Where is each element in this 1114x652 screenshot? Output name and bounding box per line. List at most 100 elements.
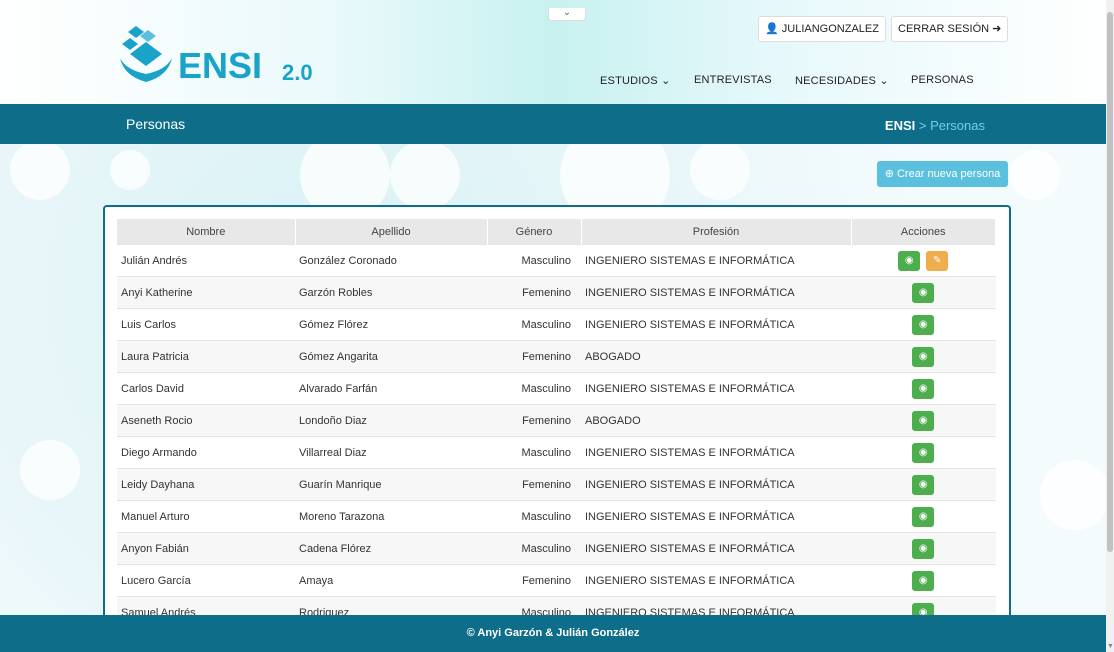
cell-nombre: Manuel Arturo bbox=[117, 500, 295, 533]
cell-genero: Femenino bbox=[487, 564, 581, 597]
footer: © Anyi Garzón & Julián González bbox=[0, 615, 1106, 652]
eye-icon: ◉ bbox=[918, 542, 928, 554]
cell-genero: Masculino bbox=[487, 532, 581, 565]
cell-profesion: INGENIERO SISTEMAS E INFORMÁTICA bbox=[581, 308, 851, 341]
eye-icon: ◉ bbox=[918, 574, 928, 586]
edit-button[interactable]: ✎ bbox=[926, 250, 949, 271]
cell-profesion: INGENIERO SISTEMAS E INFORMÁTICA bbox=[581, 564, 851, 597]
user-icon: 👤 bbox=[765, 23, 779, 35]
cell-nombre: Anyon Fabián bbox=[117, 532, 295, 565]
chevron-down-icon: ⌄ bbox=[661, 75, 671, 87]
eye-icon: ◉ bbox=[918, 318, 928, 330]
create-person-label: Crear nueva persona bbox=[896, 168, 1001, 180]
cell-nombre: Diego Armando bbox=[117, 436, 295, 469]
cell-genero: Masculino bbox=[487, 436, 581, 469]
cell-genero: Masculino bbox=[487, 372, 581, 405]
user-profile-button[interactable]: 👤 JULIANGONZALEZ bbox=[758, 16, 886, 42]
sign-out-icon: ➜ bbox=[992, 23, 1002, 35]
cell-apellido: Londoño Diaz bbox=[295, 404, 487, 437]
view-button[interactable]: ◉ bbox=[898, 250, 921, 271]
cell-nombre: Aseneth Rocio bbox=[117, 404, 295, 437]
breadcrumb: ENSI > Personas bbox=[885, 118, 985, 133]
cell-profesion: INGENIERO SISTEMAS E INFORMÁTICA bbox=[581, 372, 851, 405]
footer-copyright: © Anyi Garzón & Julián González bbox=[466, 627, 640, 639]
cell-acciones: ◉ bbox=[851, 500, 996, 533]
cell-nombre: Lucero García bbox=[117, 564, 295, 597]
cell-acciones: ◉ bbox=[851, 436, 996, 469]
header-apellido[interactable]: Apellido bbox=[295, 219, 488, 245]
cell-genero: Femenino bbox=[487, 340, 581, 373]
cell-profesion: ABOGADO bbox=[581, 340, 851, 373]
cell-profesion: INGENIERO SISTEMAS E INFORMÁTICA bbox=[581, 276, 851, 309]
table-row: Manuel Arturo Moreno Tarazona Masculino ING… bbox=[117, 500, 996, 533]
nav-personas-label: PERSONAS bbox=[911, 74, 974, 86]
view-button[interactable]: ◉ bbox=[912, 474, 935, 495]
nav-estudios-label: ESTUDIOS bbox=[600, 75, 658, 87]
logout-button[interactable]: CERRAR SESIÓN ➜ bbox=[891, 16, 1009, 42]
cell-apellido: Gómez Angarita bbox=[295, 340, 487, 373]
chevron-down-icon: ⌄ bbox=[879, 75, 889, 87]
view-button[interactable]: ◉ bbox=[912, 314, 935, 335]
cell-apellido: González Coronado bbox=[295, 244, 487, 277]
table-row: Aseneth Rocio Londoño Diaz Femenino ABOGADO… bbox=[117, 404, 996, 437]
header-profesion[interactable]: Profesión bbox=[581, 219, 852, 245]
cell-nombre: Laura Patricia bbox=[117, 340, 295, 373]
eye-icon: ◉ bbox=[918, 446, 928, 458]
table-row: Lucero García Amaya Femenino INGENIERO SIST… bbox=[117, 564, 996, 597]
scrollbar-thumb[interactable] bbox=[1107, 12, 1113, 552]
cell-acciones: ◉ bbox=[851, 372, 996, 405]
collapse-header-toggle[interactable]: ⌄ bbox=[548, 8, 586, 21]
nav-entrevistas[interactable]: ENTREVISTAS bbox=[694, 74, 772, 86]
table-row: Carlos David Alvarado Farfán Masculino INGE… bbox=[117, 372, 996, 405]
create-person-button[interactable]: ⊕ Crear nueva persona bbox=[877, 161, 1008, 187]
logo-text: ENSI bbox=[178, 45, 263, 86]
view-button[interactable]: ◉ bbox=[912, 378, 935, 399]
breadcrumb-root-link[interactable]: ENSI bbox=[885, 118, 915, 133]
cell-nombre: Leidy Dayhana bbox=[117, 468, 295, 501]
nav-necesidades[interactable]: NECESIDADES ⌄ bbox=[795, 74, 889, 87]
cell-nombre: Julián Andrés bbox=[117, 244, 295, 277]
cell-apellido: Rodriguez bbox=[295, 596, 487, 617]
scrollbar[interactable]: ▼ bbox=[1106, 0, 1114, 652]
cell-acciones: ◉ bbox=[851, 276, 996, 309]
breadcrumb-current: Personas bbox=[930, 118, 985, 133]
table-row: Anyi Katherine Garzón Robles Femenino INGEN… bbox=[117, 276, 996, 309]
cell-profesion: INGENIERO SISTEMAS E INFORMÁTICA bbox=[581, 468, 851, 501]
scroll-down-arrow-icon[interactable]: ▼ bbox=[1107, 643, 1114, 650]
nav-necesidades-label: NECESIDADES bbox=[795, 75, 877, 87]
cell-genero: Masculino bbox=[487, 308, 581, 341]
cell-acciones: ◉ bbox=[851, 404, 996, 437]
table-row: Anyon Fabián Cadena Flórez Masculino INGENI… bbox=[117, 532, 996, 565]
table-row: Julián Andrés González Coronado Masculino I… bbox=[117, 244, 996, 277]
bokeh-bubble bbox=[690, 140, 750, 200]
eye-icon: ◉ bbox=[918, 286, 928, 298]
bokeh-bubble bbox=[10, 140, 70, 200]
view-button[interactable]: ◉ bbox=[912, 570, 935, 591]
view-button[interactable]: ◉ bbox=[912, 410, 935, 431]
view-button[interactable]: ◉ bbox=[912, 506, 935, 527]
cell-acciones: ◉ bbox=[851, 468, 996, 501]
cell-acciones: ◉ ✎ bbox=[851, 244, 996, 277]
cell-acciones: ◉ bbox=[851, 308, 996, 341]
header-genero[interactable]: Género bbox=[487, 219, 582, 245]
view-button[interactable]: ◉ bbox=[912, 346, 935, 367]
header-nombre[interactable]: Nombre bbox=[117, 219, 296, 245]
cell-profesion: INGENIERO SISTEMAS E INFORMÁTICA bbox=[581, 436, 851, 469]
view-button[interactable]: ◉ bbox=[912, 282, 935, 303]
logo-version: 2.0 bbox=[282, 60, 313, 85]
cell-nombre: Samuel Andrés bbox=[117, 596, 295, 617]
ensi-logo-icon[interactable] bbox=[116, 24, 176, 84]
eye-icon: ◉ bbox=[918, 478, 928, 490]
view-button[interactable]: ◉ bbox=[912, 442, 935, 463]
cell-genero: Masculino bbox=[487, 596, 581, 617]
cell-apellido: Guarín Manrique bbox=[295, 468, 487, 501]
bokeh-bubble bbox=[1040, 460, 1106, 530]
eye-icon: ◉ bbox=[918, 350, 928, 362]
title-bar: Personas ENSI > Personas bbox=[0, 104, 1106, 144]
table-row: Diego Armando Villarreal Diaz Masculino ING… bbox=[117, 436, 996, 469]
nav-estudios[interactable]: ESTUDIOS ⌄ bbox=[600, 74, 671, 87]
cell-genero: Femenino bbox=[487, 276, 581, 309]
view-button[interactable]: ◉ bbox=[912, 538, 935, 559]
nav-personas[interactable]: PERSONAS bbox=[911, 74, 974, 86]
cell-apellido: Villarreal Diaz bbox=[295, 436, 487, 469]
